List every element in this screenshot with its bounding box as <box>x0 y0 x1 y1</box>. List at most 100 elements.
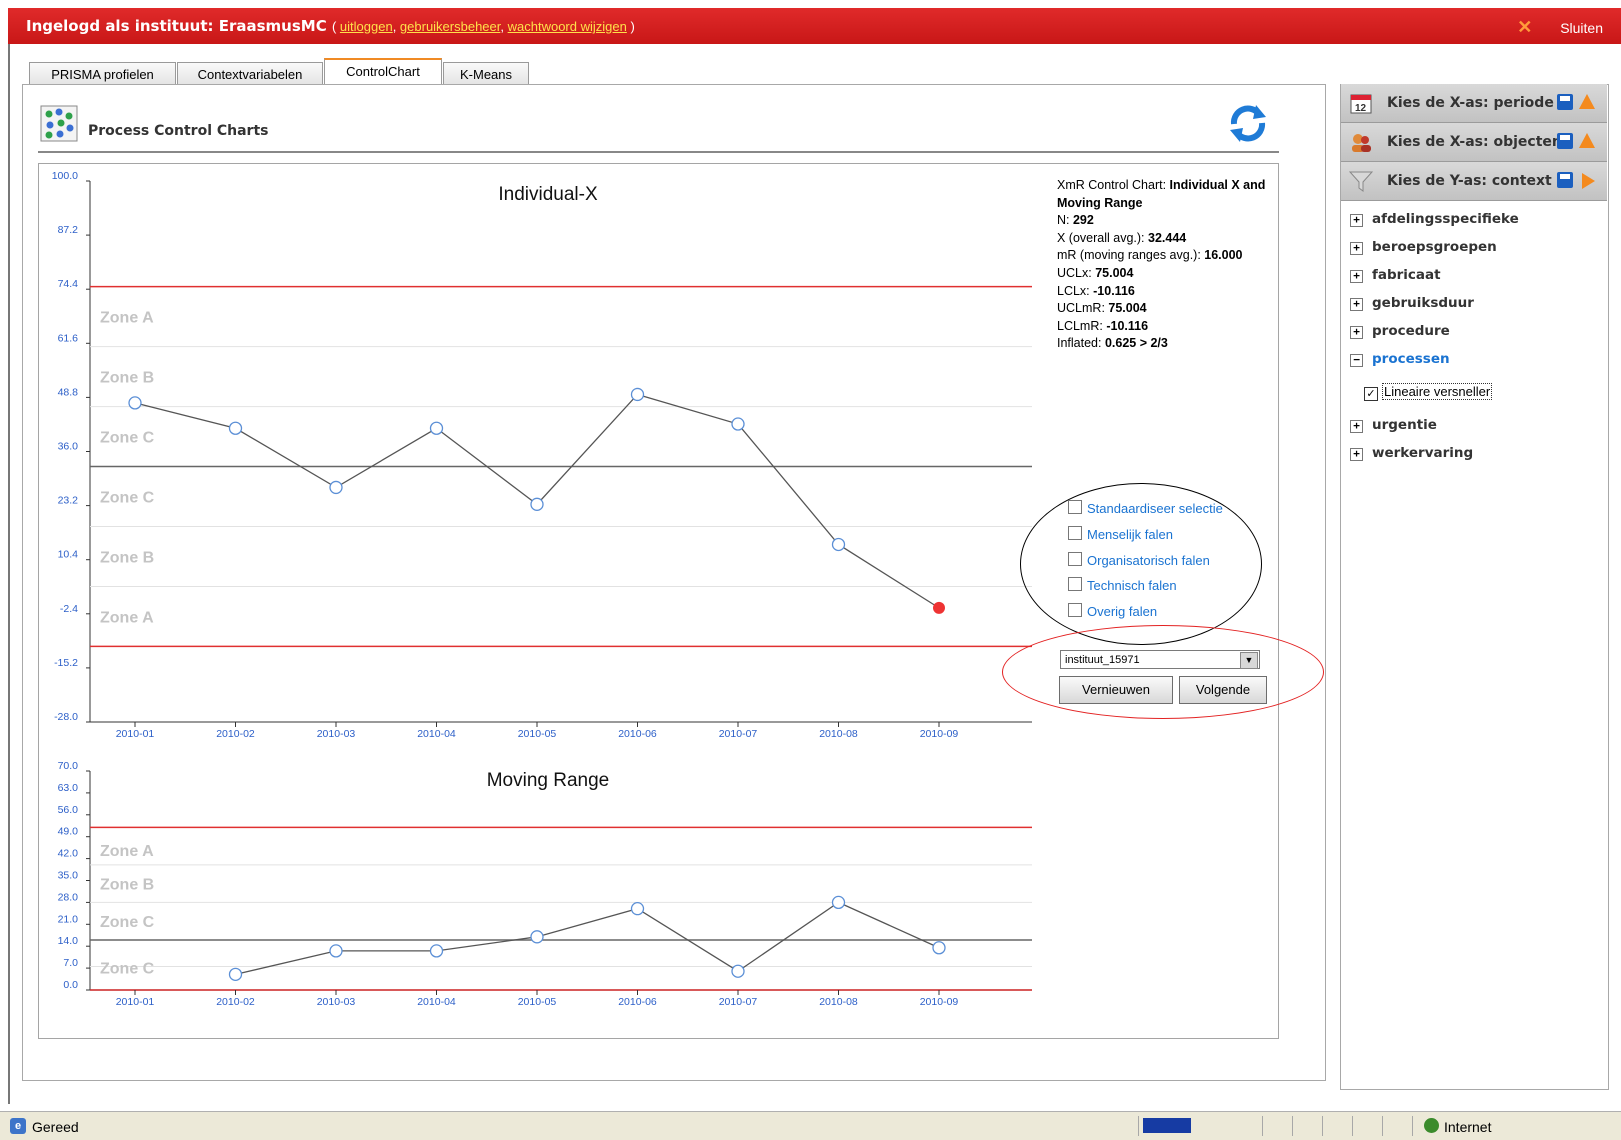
y-axis-context-header[interactable]: Kies de Y-as: context <box>1341 162 1607 201</box>
expand-icon[interactable]: + <box>1350 214 1363 227</box>
filter-label: Technisch falen <box>1087 578 1177 593</box>
filter-standardize[interactable]: Standaardiseer selectie <box>1068 500 1223 516</box>
warning-icon <box>1579 94 1595 109</box>
y-tick-label: 70.0 <box>58 760 79 772</box>
data-point <box>128 396 142 410</box>
filter-label: Menselijk falen <box>1087 527 1173 542</box>
save-icon[interactable] <box>1557 172 1573 188</box>
login-title: Ingelogd als instituut: EraasmusMC <box>26 17 327 35</box>
y-tick-label: 100.0 <box>52 170 78 182</box>
series-line <box>235 901 940 975</box>
refresh-button[interactable]: Vernieuwen <box>1059 676 1173 704</box>
data-point <box>329 480 343 495</box>
checkbox[interactable] <box>1068 526 1082 540</box>
checkbox[interactable] <box>1068 500 1082 514</box>
tab-label: ControlChart <box>346 64 420 79</box>
title-bar: Ingelogd als instituut: EraasmusMC ( uit… <box>8 8 1621 44</box>
x-axis-objects-header[interactable]: Kies de X-as: objecten <box>1341 123 1607 162</box>
x-tick-label: 2010-02 <box>216 728 255 740</box>
stat-value: -10.116 <box>1093 283 1135 298</box>
x-tick-label: 2010-07 <box>719 996 758 1008</box>
data-point <box>429 944 444 958</box>
x-tick-label: 2010-06 <box>618 728 657 740</box>
tree-item-urgentie[interactable]: + urgentie <box>1350 417 1437 433</box>
filter-technical-failure[interactable]: Technisch falen <box>1068 577 1177 593</box>
warning-icon <box>1579 133 1595 148</box>
tree-item-procedure[interactable]: + procedure <box>1350 323 1450 339</box>
data-point <box>329 944 343 958</box>
chevron-down-icon[interactable]: ▼ <box>1240 652 1258 669</box>
filter-organisational-failure[interactable]: Organisatorisch falen <box>1068 552 1210 568</box>
stat-value: 292 <box>1072 213 1094 228</box>
login-status: Ingelogd als instituut: EraasmusMC ( uit… <box>26 17 635 35</box>
tree-item-fabricaat[interactable]: + fabricaat <box>1350 267 1441 283</box>
y-tick-label: 36.0 <box>58 441 79 453</box>
x-tick-label: 2010-04 <box>417 996 456 1008</box>
y-tick-label: 63.0 <box>58 782 79 794</box>
expand-icon[interactable]: + <box>1350 326 1363 339</box>
filter-label: Standaardiseer selectie <box>1087 501 1223 516</box>
save-icon[interactable] <box>1557 94 1573 110</box>
save-icon[interactable] <box>1557 133 1573 149</box>
tab-context-variables[interactable]: Contextvariabelen <box>177 62 323 85</box>
stat-value: 0.625 > 2/3 <box>1104 336 1168 351</box>
collapse-icon[interactable]: − <box>1350 354 1363 367</box>
expand-icon[interactable]: + <box>1350 298 1363 311</box>
tree-item-afdelingsspecifieke[interactable]: + afdelingsspecifieke <box>1350 211 1519 227</box>
x-axis-period-header[interactable]: 12 Kies de X-as: periode <box>1341 84 1607 123</box>
stat-title-prefix: XmR Control Chart: <box>1057 178 1170 192</box>
data-point <box>630 387 645 402</box>
tree-item-processen[interactable]: − processen <box>1350 351 1450 367</box>
expand-icon[interactable]: + <box>1350 420 1363 433</box>
tab-kmeans[interactable]: K-Means <box>443 62 529 85</box>
stat-value: 75.004 <box>1108 301 1147 316</box>
next-button[interactable]: Volgende <box>1179 676 1267 704</box>
stat-n: N: 292 <box>1057 212 1282 230</box>
y-tick-label: 61.6 <box>58 332 79 344</box>
paren-close: ) <box>630 19 635 34</box>
users-icon <box>1352 134 1371 152</box>
title-divider <box>38 151 1279 153</box>
x-tick-label: 2010-09 <box>920 728 959 740</box>
close-button[interactable]: ✕ Sluiten <box>1517 17 1603 38</box>
institute-select[interactable]: instituut_15971 ▼ <box>1060 650 1260 669</box>
process-chart-icon <box>40 105 78 142</box>
tree-item-gebruiksduur[interactable]: + gebruiksduur <box>1350 295 1474 311</box>
logout-link[interactable]: uitloggen <box>340 19 393 34</box>
stat-lclx: LCLx: -10.116 <box>1057 283 1282 301</box>
expand-icon[interactable]: + <box>1350 242 1363 255</box>
zone-label: Zone B <box>100 877 154 894</box>
tree-label: afdelingsspecifieke <box>1372 211 1519 227</box>
checkbox[interactable] <box>1068 577 1082 591</box>
user-management-link[interactable]: gebruikersbeheer <box>400 19 500 34</box>
checkbox[interactable] <box>1068 552 1082 566</box>
expand-arrow-icon[interactable] <box>1582 173 1595 189</box>
tab-prisma-profiles[interactable]: PRISMA profielen <box>29 62 176 85</box>
checkbox-checked-icon[interactable]: ✓ <box>1364 387 1378 401</box>
tree-label: gebruiksduur <box>1372 295 1474 311</box>
change-password-link[interactable]: wachtwoord wijzigen <box>508 19 627 34</box>
stat-mr-avg: mR (moving ranges avg.): 16.000 <box>1057 247 1282 265</box>
refresh-icon[interactable] <box>1226 102 1270 144</box>
filter-other-failure[interactable]: Overig falen <box>1068 603 1157 619</box>
y-tick-label: 21.0 <box>58 913 79 925</box>
paren-open: ( <box>331 19 337 34</box>
tree-item-beroepsgroepen[interactable]: + beroepsgroepen <box>1350 239 1497 255</box>
data-point <box>831 895 846 910</box>
x-tick-label: 2010-02 <box>216 996 255 1008</box>
y-tick-label: 35.0 <box>58 870 79 882</box>
divider <box>1322 1116 1323 1136</box>
tree-child-lineaire-versneller[interactable]: ✓ Lineaire versneller <box>1364 383 1493 401</box>
x-tick-label: 2010-05 <box>518 728 557 740</box>
tab-control-chart[interactable]: ControlChart <box>324 58 442 87</box>
expand-icon[interactable]: + <box>1350 448 1363 461</box>
x-tick-label: 2010-01 <box>116 996 155 1008</box>
checkbox[interactable] <box>1068 603 1082 617</box>
x-tick-label: 2010-03 <box>317 996 356 1008</box>
header-label: Kies de Y-as: context <box>1387 173 1552 189</box>
expand-icon[interactable]: + <box>1350 270 1363 283</box>
y-tick-label: 74.4 <box>58 278 79 290</box>
zone-label: Zone C <box>100 960 155 977</box>
tree-item-werkervaring[interactable]: + werkervaring <box>1350 445 1473 461</box>
filter-human-failure[interactable]: Menselijk falen <box>1068 526 1173 542</box>
